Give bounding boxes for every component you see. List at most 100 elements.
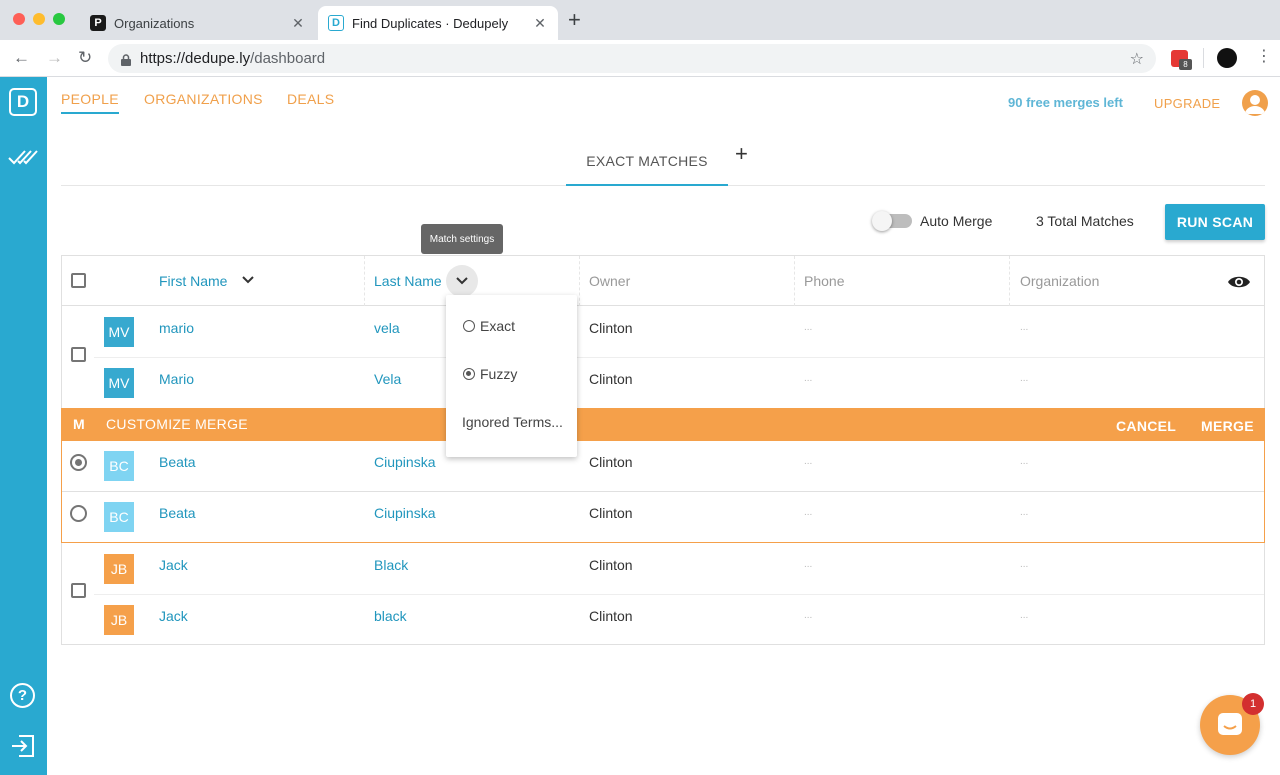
browser-tab-organizations[interactable]: P Organizations ✕ bbox=[80, 6, 316, 40]
exact-option[interactable]: Exact bbox=[480, 318, 515, 334]
maximize-window-button[interactable] bbox=[53, 13, 65, 25]
extension-icon[interactable]: 8 bbox=[1171, 50, 1192, 70]
last-name-cell[interactable]: Vela bbox=[374, 358, 401, 409]
table-row[interactable]: MV Mario Vela Clinton ... ... bbox=[62, 358, 1264, 409]
last-name-cell[interactable]: Ciupinska bbox=[374, 441, 435, 492]
close-tab-icon[interactable]: ✕ bbox=[288, 15, 308, 32]
tab-label: Find Duplicates · Dedupely bbox=[352, 15, 509, 31]
upgrade-link[interactable]: UPGRADE bbox=[1154, 96, 1220, 111]
phone-cell: ... bbox=[804, 456, 813, 467]
exact-option-radio[interactable] bbox=[463, 320, 475, 332]
first-name-cell[interactable]: Jack bbox=[159, 544, 188, 595]
avatar: MV bbox=[104, 317, 134, 347]
last-name-cell[interactable]: black bbox=[374, 595, 407, 646]
avatar: JB bbox=[104, 554, 134, 584]
table-row[interactable]: BC Beata Ciupinska Clinton ... ... bbox=[62, 492, 1264, 543]
column-first-name[interactable]: First Name bbox=[159, 256, 227, 306]
extension-badge: 8 bbox=[1179, 59, 1192, 70]
first-name-cell[interactable]: Mario bbox=[159, 358, 194, 409]
browser-menu-icon[interactable]: ⋮ bbox=[1256, 48, 1272, 66]
table-row[interactable]: MV mario vela Clinton ... ... bbox=[62, 307, 1264, 358]
organization-cell: ... bbox=[1020, 456, 1029, 467]
phone-cell: ... bbox=[804, 373, 813, 384]
fuzzy-option-radio[interactable] bbox=[463, 368, 475, 380]
organization-cell: ... bbox=[1020, 610, 1029, 621]
double-check-icon[interactable] bbox=[8, 147, 38, 172]
merge-button[interactable]: MERGE bbox=[1201, 418, 1254, 434]
url-path: /dashboard bbox=[250, 50, 326, 67]
table-row[interactable]: JB Jack Black Clinton ... ... bbox=[62, 544, 1264, 595]
back-arrow-icon[interactable]: ← bbox=[13, 48, 30, 68]
url-host: https://dedupe.ly bbox=[140, 50, 251, 67]
avatar: JB bbox=[104, 605, 134, 635]
organization-cell: ... bbox=[1020, 507, 1029, 518]
match-settings-button[interactable] bbox=[446, 265, 478, 297]
close-window-button[interactable] bbox=[13, 13, 25, 25]
dedupely-logo[interactable]: D bbox=[9, 88, 37, 116]
last-name-cell[interactable]: vela bbox=[374, 307, 400, 358]
user-avatar-icon[interactable] bbox=[1242, 90, 1268, 116]
minimize-window-button[interactable] bbox=[33, 13, 45, 25]
forward-arrow-icon[interactable]: → bbox=[46, 48, 63, 68]
profile-extension-icon[interactable] bbox=[1217, 48, 1237, 68]
owner-cell: Clinton bbox=[589, 505, 633, 521]
table-row[interactable]: JB Jack black Clinton ... ... bbox=[62, 595, 1264, 646]
eye-icon[interactable] bbox=[1227, 274, 1251, 290]
reload-icon[interactable]: ↻ bbox=[78, 48, 92, 68]
column-divider bbox=[364, 256, 365, 306]
cancel-merge-button[interactable]: CANCEL bbox=[1116, 418, 1176, 434]
chevron-down-icon[interactable] bbox=[241, 275, 255, 285]
phone-cell: ... bbox=[804, 507, 813, 518]
phone-cell: ... bbox=[804, 322, 813, 333]
dedupely-favicon-icon: D bbox=[328, 15, 344, 31]
table-row[interactable]: BC Beata Ciupinska Clinton ... ... bbox=[62, 441, 1264, 492]
toggle-knob bbox=[872, 211, 892, 231]
fuzzy-option[interactable]: Fuzzy bbox=[480, 366, 517, 382]
column-phone[interactable]: Phone bbox=[804, 256, 844, 306]
run-scan-button[interactable]: RUN SCAN bbox=[1165, 204, 1265, 240]
last-name-cell[interactable]: Black bbox=[374, 544, 408, 595]
organization-cell: ... bbox=[1020, 322, 1029, 333]
organization-cell: ... bbox=[1020, 373, 1029, 384]
column-organization[interactable]: Organization bbox=[1020, 256, 1099, 306]
toolbar-divider bbox=[1203, 48, 1204, 68]
browser-tab-find-duplicates[interactable]: D Find Duplicates · Dedupely ✕ bbox=[318, 6, 558, 40]
url-field[interactable]: https://dedupe.ly/dashboard ☆ bbox=[108, 44, 1156, 73]
nav-tab-people[interactable]: PEOPLE bbox=[61, 91, 119, 114]
column-divider bbox=[1009, 256, 1010, 306]
owner-cell: Clinton bbox=[589, 608, 633, 624]
last-name-cell[interactable]: Ciupinska bbox=[374, 492, 435, 543]
match-settings-dropdown: Exact Fuzzy Ignored Terms... bbox=[446, 295, 577, 457]
add-match-tab-icon[interactable]: + bbox=[735, 141, 748, 167]
avatar: MV bbox=[104, 368, 134, 398]
new-tab-icon[interactable]: + bbox=[568, 9, 581, 31]
match-type-tabs: EXACT MATCHES + bbox=[61, 136, 1265, 186]
chat-icon bbox=[1218, 713, 1242, 735]
nav-tab-deals[interactable]: DEALS bbox=[287, 91, 334, 107]
main-content: PEOPLE ORGANIZATIONS DEALS 90 free merge… bbox=[47, 77, 1280, 775]
ignored-terms-option[interactable]: Ignored Terms... bbox=[462, 414, 563, 430]
phone-cell: ... bbox=[804, 559, 813, 570]
organization-cell: ... bbox=[1020, 559, 1029, 570]
avatar: BC bbox=[104, 451, 134, 481]
first-name-cell[interactable]: Beata bbox=[159, 492, 196, 543]
help-icon[interactable]: ? bbox=[10, 683, 35, 708]
column-divider bbox=[794, 256, 795, 306]
first-name-cell[interactable]: Jack bbox=[159, 595, 188, 646]
browser-tab-bar: P Organizations ✕ D Find Duplicates · De… bbox=[0, 0, 1280, 40]
column-last-name[interactable]: Last Name bbox=[374, 256, 442, 306]
auto-merge-toggle[interactable] bbox=[872, 211, 912, 231]
nav-tab-organizations[interactable]: ORGANIZATIONS bbox=[144, 91, 263, 107]
close-tab-icon[interactable]: ✕ bbox=[530, 15, 550, 32]
tab-exact-matches[interactable]: EXACT MATCHES bbox=[566, 136, 728, 186]
select-all-checkbox[interactable] bbox=[71, 273, 86, 288]
logout-icon[interactable] bbox=[10, 734, 36, 763]
match-settings-tooltip: Match settings bbox=[421, 224, 503, 254]
first-name-cell[interactable]: mario bbox=[159, 307, 194, 358]
first-name-cell[interactable]: Beata bbox=[159, 441, 196, 492]
column-owner[interactable]: Owner bbox=[589, 256, 630, 306]
address-bar: ← → ↻ https://dedupe.ly/dashboard ☆ bbox=[0, 40, 1280, 77]
bookmark-star-icon[interactable]: ☆ bbox=[1130, 49, 1144, 69]
pipedrive-favicon-icon: P bbox=[90, 15, 106, 31]
owner-cell: Clinton bbox=[589, 320, 633, 336]
